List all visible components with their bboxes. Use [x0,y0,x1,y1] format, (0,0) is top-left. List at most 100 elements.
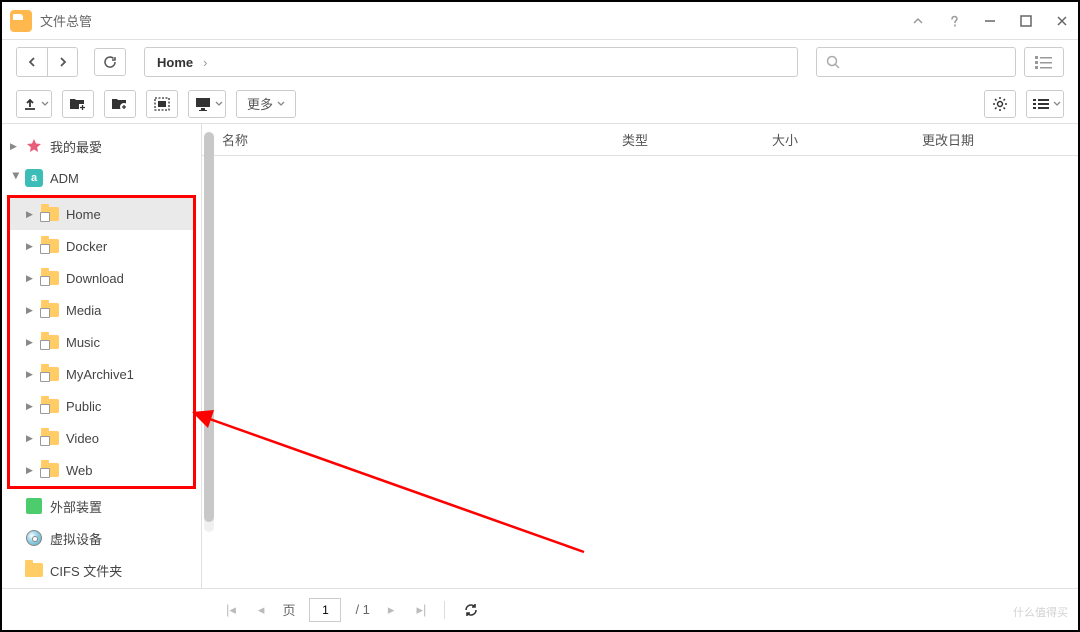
window-title: 文件总管 [40,11,910,30]
disclosure-icon[interactable]: ▶ [26,209,38,220]
network-button[interactable] [188,90,226,118]
folder-icon [40,461,60,479]
column-header-size[interactable]: 大小 [772,130,922,149]
breadcrumb-bar[interactable]: Home › [144,47,798,77]
sidebar-label: Video [66,431,99,446]
select-all-button[interactable] [146,90,178,118]
sidebar-item-public[interactable]: ▶ Public [8,390,195,422]
file-list[interactable] [202,156,1078,588]
disclosure-icon[interactable]: ▶ [11,172,22,184]
column-header-type[interactable]: 类型 [622,130,772,149]
disclosure-icon[interactable]: ▶ [26,273,38,284]
sidebar-item-web[interactable]: ▶ Web [8,454,195,486]
sidebar-label: Media [66,303,101,318]
column-header-name[interactable]: 名称 [222,130,622,149]
help-button[interactable] [946,13,962,29]
disclosure-icon[interactable]: ▶ [26,241,38,252]
chevron-down-icon [215,101,223,107]
maximize-button[interactable] [1018,13,1034,29]
disclosure-icon[interactable]: ▶ [26,465,38,476]
sidebar-item-favorites[interactable]: ▶ 我的最愛 [2,130,201,162]
add-folder-button[interactable] [104,90,136,118]
column-headers: 名称 类型 大小 更改日期 [202,124,1078,156]
minimize-button[interactable] [982,13,998,29]
settings-button[interactable] [984,90,1016,118]
content-pane: 名称 类型 大小 更改日期 [202,124,1078,588]
sidebar-item-video[interactable]: ▶ Video [8,422,195,454]
sidebar-label: Web [66,463,93,478]
sidebar-label: Music [66,335,100,350]
sidebar-item-external[interactable]: 外部装置 [2,490,201,522]
sidebar-item-adm[interactable]: ▶ a ADM [2,162,201,194]
sort-icon [1033,98,1049,110]
page-input[interactable] [309,598,341,622]
disc-icon [24,529,44,547]
sidebar-item-media[interactable]: ▶ Media [8,294,195,326]
pager-first-button[interactable]: |◂ [222,602,240,618]
sidebar-label: 外部装置 [50,497,102,516]
sidebar-label: Docker [66,239,107,254]
sidebar-item-music[interactable]: ▶ Music [8,326,195,358]
chevron-down-icon [277,101,285,107]
expand-up-button[interactable] [910,13,926,29]
disclosure-icon[interactable]: ▶ [26,401,38,412]
pager-refresh-button[interactable] [459,603,483,617]
sidebar-label: MyArchive1 [66,367,134,382]
disclosure-icon[interactable]: ▶ [26,433,38,444]
external-device-icon [24,497,44,515]
adm-icon: a [24,169,44,187]
new-folder-icon [69,97,87,111]
pager-last-button[interactable]: ▸| [412,602,430,618]
adm-children-highlighted: ▶ Home ▶ Docker ▶ Download ▶ Media ▶ [8,196,195,488]
search-box[interactable] [816,47,1016,77]
disclosure-icon[interactable]: ▶ [10,141,22,152]
pager-prev-button[interactable]: ◂ [254,602,269,618]
page-total: / 1 [355,602,369,617]
folder-icon [40,237,60,255]
chevron-down-icon [1053,101,1061,107]
watermark: 什么值得买 [1013,604,1068,620]
column-header-modified[interactable]: 更改日期 [922,130,1078,149]
sidebar-item-home[interactable]: ▶ Home [8,198,195,230]
sidebar-item-virtual[interactable]: 虚拟设备 [2,522,201,554]
folder-icon [40,333,60,351]
gear-icon [992,96,1008,112]
window-titlebar: 文件总管 [2,2,1078,40]
sidebar-label: Home [66,207,101,222]
main-area: ▶ 我的最愛 ▶ a ADM ▶ Home ▶ Docker ▶ Downlo [2,124,1078,588]
monitor-icon [195,97,211,111]
sidebar-label: 我的最愛 [50,137,102,156]
forward-button[interactable] [47,48,77,76]
upload-icon [23,97,37,111]
refresh-button[interactable] [94,48,126,76]
disclosure-icon[interactable]: ▶ [26,305,38,316]
select-icon [154,97,170,111]
chevron-right-icon: › [203,55,207,70]
content-scrollbar[interactable] [204,132,214,532]
pager-next-button[interactable]: ▸ [384,602,399,618]
sidebar-label: CIFS 文件夹 [50,561,122,580]
sidebar-item-docker[interactable]: ▶ Docker [8,230,195,262]
sidebar-item-myarchive1[interactable]: ▶ MyArchive1 [8,358,195,390]
folder-icon [40,429,60,447]
page-label: 页 [282,600,295,619]
folder-icon [40,269,60,287]
window-controls [910,13,1070,29]
view-mode-button[interactable] [1024,47,1064,77]
list-view-icon [1035,55,1053,69]
breadcrumb-current[interactable]: Home [157,55,193,70]
upload-button[interactable] [16,90,52,118]
sidebar-item-download[interactable]: ▶ Download [8,262,195,294]
new-folder-button[interactable] [62,90,94,118]
back-button[interactable] [17,48,47,76]
close-button[interactable] [1054,13,1070,29]
sort-button[interactable] [1026,90,1064,118]
status-bar: |◂ ◂ 页 / 1 ▸ ▸| [2,588,1078,630]
search-icon [825,54,841,70]
sidebar-item-cifs[interactable]: CIFS 文件夹 [2,554,201,586]
sidebar-label: 虚拟设备 [50,529,102,548]
more-button[interactable]: 更多 [236,90,296,118]
sidebar-label: Public [66,399,101,414]
disclosure-icon[interactable]: ▶ [26,337,38,348]
disclosure-icon[interactable]: ▶ [26,369,38,380]
